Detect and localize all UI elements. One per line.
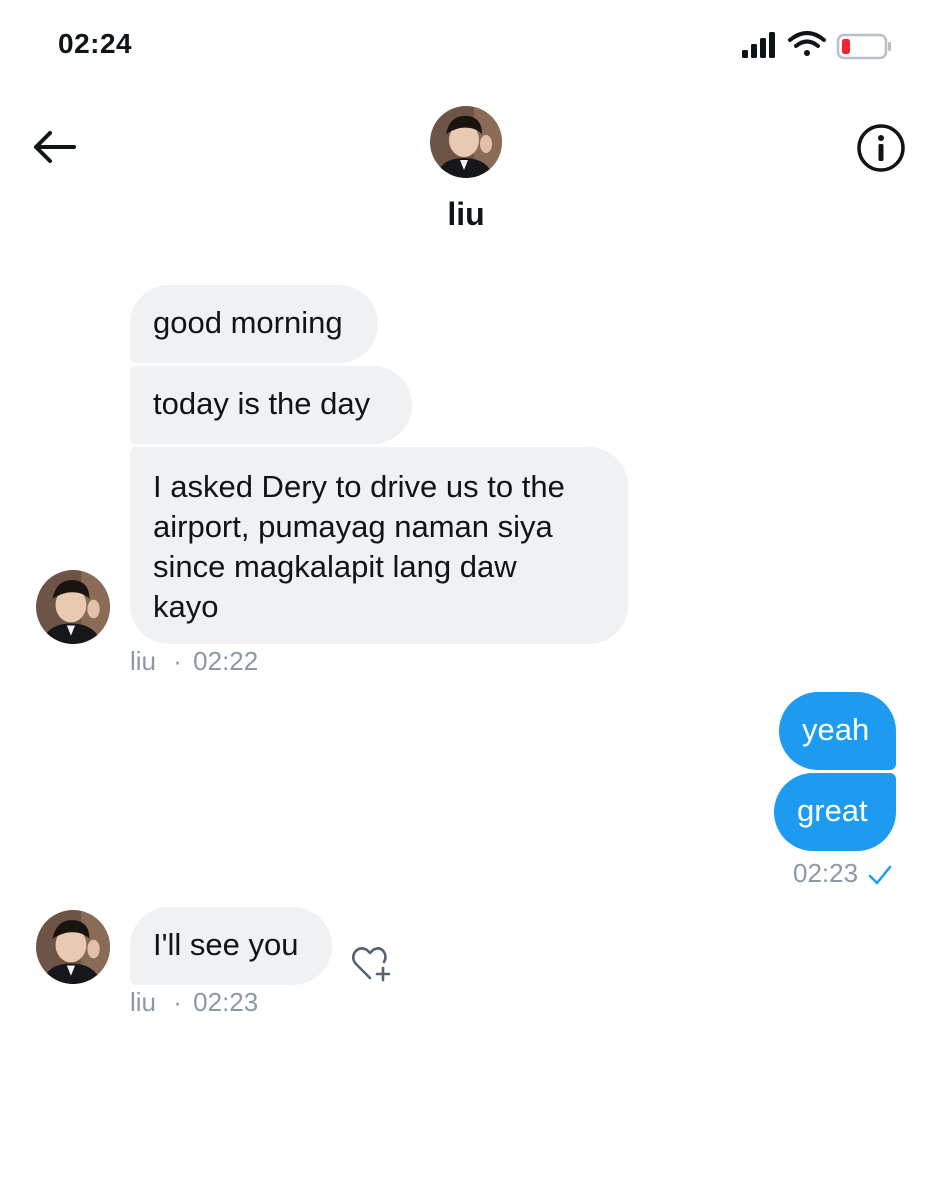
message-meta: liu · 02:23 [130, 987, 258, 1018]
status-icons [742, 31, 891, 60]
timestamp: 02:23 [193, 987, 259, 1017]
info-icon [857, 124, 905, 172]
message-bubble-incoming[interactable]: today is the day [130, 366, 412, 444]
message-bubble-incoming[interactable]: good morning [130, 285, 378, 363]
avatar-photo [36, 910, 110, 984]
message-meta: liu · 02:22 [130, 646, 258, 677]
message-line: I asked Dery to drive us to the [153, 469, 565, 504]
message-text: I'll see you [153, 927, 299, 962]
message-text: good morning [153, 305, 343, 340]
battery-icon [836, 33, 891, 60]
message-bubble-outgoing[interactable]: yeah [779, 692, 896, 770]
message-line: kayo [153, 589, 219, 624]
avatar-photo [430, 106, 502, 178]
back-arrow-icon [34, 131, 76, 163]
contact-name[interactable]: liu [0, 196, 932, 233]
status-bar: 02:24 [0, 0, 932, 92]
message-text: today is the day [153, 386, 371, 421]
meta-dot: · [173, 646, 182, 676]
message-line: airport, pumayag naman siya [153, 509, 553, 544]
meta-dot: · [173, 987, 182, 1017]
sender-name: liu [130, 646, 157, 676]
back-button[interactable] [30, 125, 80, 169]
message-bubble-outgoing[interactable]: great [774, 773, 896, 851]
heart-add-icon[interactable] [350, 944, 394, 984]
header-avatar[interactable] [430, 106, 502, 178]
timestamp: 02:23 [793, 858, 859, 888]
status-time: 02:24 [58, 28, 133, 59]
wifi-icon [788, 31, 826, 56]
avatar-photo [36, 570, 110, 644]
sender-avatar[interactable] [36, 910, 110, 984]
message-meta: 02:23 [793, 858, 858, 889]
timestamp: 02:22 [193, 646, 259, 676]
message-line: since magkalapit lang daw [153, 549, 517, 584]
info-button[interactable] [856, 123, 906, 173]
message-text: yeah [802, 712, 870, 747]
sender-avatar[interactable] [36, 570, 110, 644]
message-bubble-incoming[interactable]: I asked Dery to drive us to the airport,… [130, 447, 628, 644]
signal-icon [742, 32, 775, 58]
message-text: great [797, 793, 868, 828]
sent-check-icon [868, 865, 892, 885]
message-bubble-incoming[interactable]: I'll see you [130, 907, 332, 985]
sender-name: liu [130, 987, 157, 1017]
